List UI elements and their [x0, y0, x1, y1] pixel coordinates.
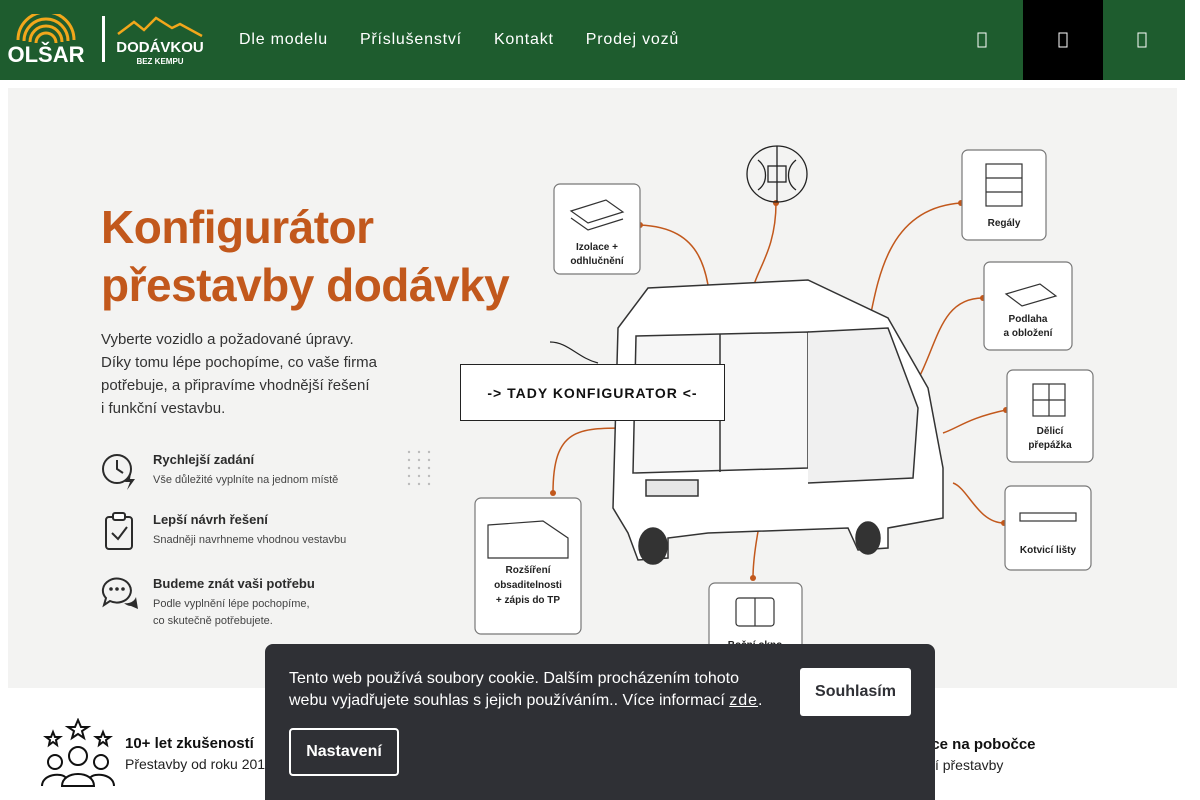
logo-wordmark: OLŠAR: [8, 42, 85, 67]
cookie-agree-button[interactable]: Souhlasím: [800, 668, 911, 716]
hero-title-line-1: Konfigurátor: [101, 201, 374, 253]
hero-title: Konfigurátor přestavby dodávky: [101, 198, 510, 314]
label-lashing: Kotvicí lišty: [1020, 545, 1077, 556]
site-logo[interactable]: OLŠAR DODÁVKOU BEZ KEMPU: [4, 10, 206, 68]
nav-item-accessories[interactable]: Příslušenství: [360, 31, 462, 49]
search-button[interactable]: [942, 0, 1022, 80]
cart-icon: [1058, 32, 1068, 48]
hero-banner[interactable]: Izolace + odhlučnění Regály Podlaha a ob…: [8, 88, 1177, 688]
hero-title-line-2: přestavby dodávky: [101, 259, 510, 311]
nav-item-vehicle-sales[interactable]: Prodej vozů: [586, 31, 679, 49]
chat-bubbles-icon: [101, 577, 138, 609]
cookie-text-suffix: .: [758, 692, 763, 709]
label-partition-1: Dělicí: [1037, 426, 1065, 437]
feature-desc: Podle vyplnění lépe pochopíme,: [153, 598, 310, 610]
trust-title: 10+ let zkušeností: [125, 734, 254, 752]
label-seats-3: + zápis do TP: [496, 595, 561, 606]
menu-button[interactable]: [1102, 0, 1182, 80]
feature-better-design: Lepší návrh řešení Snadněji navrhneme vh…: [100, 511, 346, 551]
label-seats-1: Rozšíření: [505, 565, 551, 576]
logo-sub-tagline: BEZ KEMPU: [136, 57, 183, 66]
cookie-consent-bar: Tento web používá soubory cookie. Dalším…: [265, 644, 935, 800]
clock-lightning-icon: [102, 454, 135, 490]
hero-desc-line: Vyberte vozidlo a požadované úpravy.: [101, 331, 354, 348]
nav-item-contact[interactable]: Kontakt: [494, 31, 554, 49]
cookie-message: Tento web používá soubory cookie. Dalším…: [289, 668, 779, 712]
label-partition-2: přepážka: [1028, 440, 1072, 451]
search-icon: [977, 32, 987, 48]
hero-description: Vyberte vozidlo a požadované úpravy. Dík…: [101, 328, 421, 420]
dots-decoration: [407, 450, 431, 486]
feature-title: Rychlejší zadání: [153, 452, 255, 467]
box-lashing: [1004, 485, 1092, 571]
feature-desc: Vše důležité vyplníte na jednom místě: [153, 474, 339, 486]
cookie-settings-button[interactable]: Nastavení: [289, 728, 399, 776]
hero-desc-line: Díky tomu lépe pochopíme, co vaše firma: [101, 354, 377, 371]
trust-item-experience: 10+ let zkušeností Přestavby od roku 201…: [40, 718, 273, 788]
nav-item-models[interactable]: Dle modelu: [239, 31, 328, 49]
label-floor-2: a obložení: [1004, 328, 1054, 339]
label-insulation-2: odhlučnění: [570, 256, 625, 267]
team-stars-icon: [41, 718, 115, 787]
site-header: OLŠAR DODÁVKOU BEZ KEMPU Dle modelu Přís…: [0, 0, 1185, 80]
feature-desc: co skutečně potřebujete.: [153, 615, 273, 627]
cart-button[interactable]: [1023, 0, 1103, 80]
logo-sub-name: DODÁVKOU: [116, 39, 204, 56]
feature-desc: Snadněji navrhneme vhodnou vestavbu: [153, 534, 347, 546]
label-shelves: Regály: [988, 218, 1021, 229]
cookie-text: Tento web používá soubory cookie. Dalším…: [289, 670, 740, 709]
label-seats-2: obsaditelnosti: [494, 580, 562, 591]
trust-desc: Přestavby od roku 2014: [125, 755, 273, 772]
feature-title: Budeme znát vaši potřebu: [153, 576, 315, 591]
sun-logo-icon: [16, 10, 76, 44]
mountain-logo-icon: [117, 16, 203, 38]
hero-desc-line: potřebuje, a připravíme vhodnější řešení: [101, 377, 370, 394]
van-illustration: [612, 279, 944, 565]
clipboard-check-icon: [105, 512, 133, 550]
feature-know-needs: Budeme znát vaši potřebu Podle vyplnění …: [100, 575, 315, 630]
configurator-cta-button[interactable]: -> TADY KONFIGURATOR <-: [460, 364, 725, 421]
menu-icon: [1137, 32, 1147, 48]
label-insulation-1: Izolace +: [576, 242, 618, 253]
label-floor-1: Podlaha: [1009, 314, 1048, 325]
feature-title: Lepší návrh řešení: [153, 512, 268, 527]
brain-icon: [746, 145, 808, 203]
feature-faster-input: Rychlejší zadání Vše důležité vyplníte n…: [100, 451, 338, 491]
main-nav: Dle modelu Příslušenství Kontakt Prodej …: [239, 0, 679, 80]
hero-desc-line: i funkční vestavbu.: [101, 400, 226, 417]
cookie-more-info-link[interactable]: zde: [729, 692, 758, 709]
